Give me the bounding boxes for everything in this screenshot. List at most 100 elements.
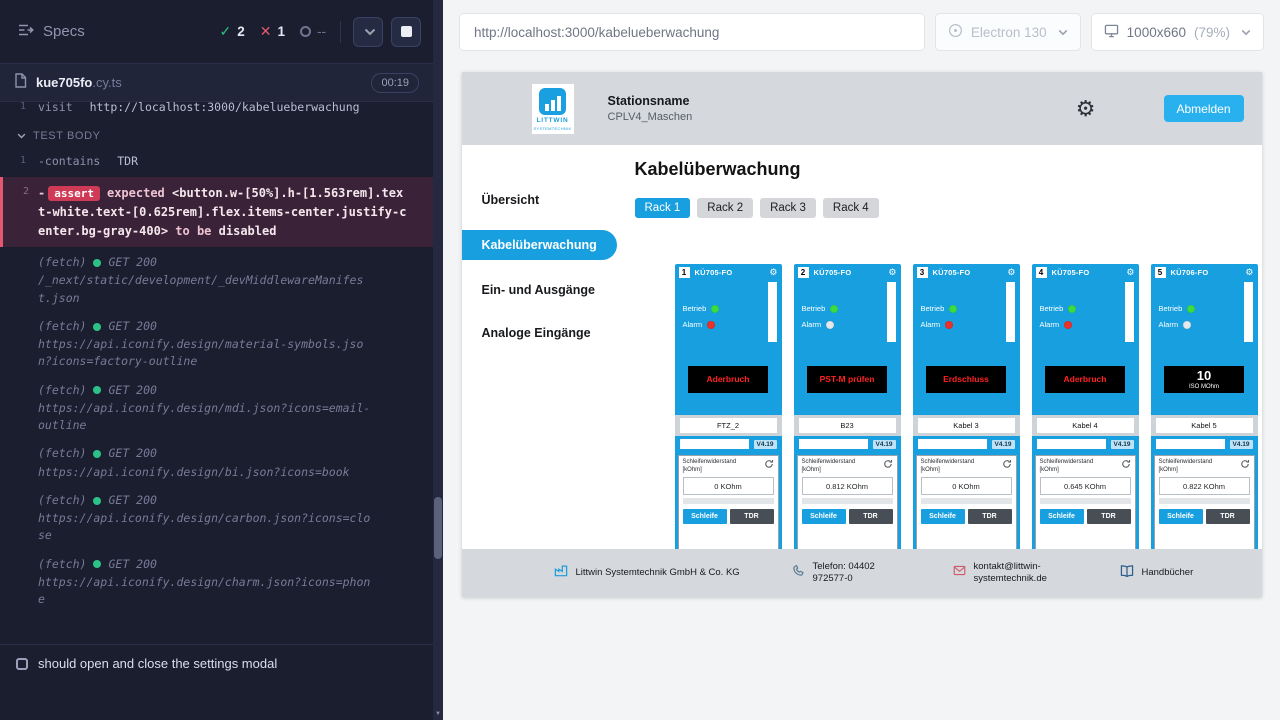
resistance-panel: Schleifenwiderstand [kOhm] 0 KOhm Schlei… — [916, 455, 1017, 561]
passed-count: 2 — [237, 24, 245, 39]
status-ok-dot — [93, 386, 101, 394]
test-body-section[interactable]: TEST BODY — [0, 120, 433, 147]
fetch-log-entry[interactable]: (fetch)GET 200 https://api.iconify.desig… — [0, 488, 433, 549]
command-log: 1 visit http://localhost:3000/kabelueber… — [0, 102, 433, 644]
device-model: KÜ706-FO — [1171, 268, 1209, 277]
fetch-tag: (fetch) — [38, 556, 86, 573]
fetch-log-entry[interactable]: (fetch)GET 200 https://api.iconify.desig… — [0, 378, 433, 439]
nav-item-analoge-eingaenge[interactable]: Analoge Eingänge — [462, 320, 617, 346]
cable-name: Kabel 3 — [918, 418, 1015, 433]
cable-band: B23 — [794, 415, 901, 436]
next-test-row[interactable]: should open and close the settings modal — [0, 644, 433, 682]
gear-icon[interactable]: ⚙ — [888, 268, 896, 277]
scrollbar-down-arrow[interactable]: ▼ — [433, 711, 443, 717]
gear-icon[interactable]: ⚙ — [1126, 268, 1134, 277]
nav-item-uebersicht[interactable]: Übersicht — [462, 187, 617, 213]
viewport-selector[interactable]: 1000x660 (79%) — [1091, 13, 1264, 51]
nav-item-kabelueberwachung[interactable]: Kabelüberwachung — [462, 230, 617, 260]
failed-assert-command[interactable]: 2 -assertexpected <button.w-[50%].h-[1.5… — [0, 177, 433, 247]
device-stripe — [1244, 282, 1253, 342]
footer-email[interactable]: kontakt@littwin-systemtechnik.de — [953, 561, 1074, 586]
fetch-url: https://api.iconify.design/charm.json?ic… — [38, 574, 377, 609]
device-stripe — [1125, 282, 1134, 342]
betrieb-label: Betrieb — [921, 304, 945, 313]
next-test-title: should open and close the settings modal — [38, 656, 277, 671]
test-stats: ✓2 ✕1 -- — [220, 23, 327, 40]
tdr-button[interactable]: TDR — [730, 509, 774, 524]
tdr-button[interactable]: TDR — [1087, 509, 1131, 524]
alarm-led — [1183, 321, 1191, 329]
chevron-down-icon — [1241, 29, 1251, 36]
schleife-button[interactable]: Schleife — [802, 509, 846, 524]
tdr-button[interactable]: TDR — [1206, 509, 1250, 524]
browser-label: Electron 130 — [971, 25, 1047, 40]
status-display: Aderbruch — [1045, 366, 1125, 393]
resistance-value: 0 KOhm — [921, 477, 1012, 495]
schleife-button[interactable]: Schleife — [1040, 509, 1084, 524]
device-model: KÜ705-FO — [933, 268, 971, 277]
command-number: 1 — [0, 153, 26, 170]
section-label: TEST BODY — [33, 130, 101, 142]
firmware-version: V4.19 — [1230, 440, 1253, 449]
firmware-version: V4.19 — [754, 440, 777, 449]
cable-name: Kabel 5 — [1156, 418, 1253, 433]
stop-button[interactable] — [391, 17, 421, 47]
fetch-log-entry[interactable]: (fetch)GET 200 /_next/static/development… — [0, 250, 433, 311]
command-visit[interactable]: 1 visit http://localhost:3000/kabelueber… — [0, 102, 433, 120]
schleife-button[interactable]: Schleife — [921, 509, 965, 524]
alarm-led — [707, 321, 715, 329]
logout-button[interactable]: Abmelden — [1164, 95, 1244, 122]
fetch-tag: (fetch) — [38, 445, 86, 462]
gear-icon[interactable]: ⚙ — [1245, 268, 1253, 277]
footer-manuals-link[interactable]: Handbücher — [1120, 565, 1194, 581]
device-cards-row: 1KÜ705-FO⚙ Betrieb Alarm Aderbruch FTZ_2… — [675, 264, 1262, 564]
nav-item-ein-und-ausgaenge[interactable]: Ein- und Ausgänge — [462, 277, 617, 303]
tdr-button[interactable]: TDR — [968, 509, 1012, 524]
device-number: 2 — [798, 267, 809, 278]
resistance-strip — [1040, 498, 1131, 504]
spec-ext: .cy.ts — [92, 75, 121, 90]
pending-count: -- — [317, 24, 326, 39]
tab-rack-1[interactable]: Rack 1 — [635, 198, 691, 218]
fetch-log-entry[interactable]: (fetch)GET 200 https://api.iconify.desig… — [0, 314, 433, 375]
reporter-scrollbar: ▼ — [433, 0, 443, 720]
refresh-icon[interactable] — [764, 459, 774, 469]
command-contains[interactable]: 1 -contains TDR — [0, 149, 433, 174]
settings-gear-icon[interactable]: ⚙ — [1076, 98, 1096, 120]
monitor-icon — [1104, 24, 1119, 41]
gear-icon[interactable]: ⚙ — [1007, 268, 1015, 277]
browser-selector[interactable]: Electron 130 — [935, 13, 1081, 51]
tab-rack-2[interactable]: Rack 2 — [697, 198, 753, 218]
schleife-button[interactable]: Schleife — [683, 509, 727, 524]
value-box — [680, 439, 749, 449]
status-ok-dot — [93, 450, 101, 458]
resistance-label: Schleifenwiderstand [kOhm] — [1159, 459, 1226, 474]
collapse-reporter-button[interactable] — [353, 17, 383, 47]
scrollbar-thumb[interactable] — [434, 497, 442, 559]
book-icon — [1120, 565, 1134, 581]
tab-rack-3[interactable]: Rack 3 — [760, 198, 816, 218]
fetch-log-entry[interactable]: (fetch) GET 200 https://api.iconify.desig… — [0, 552, 433, 613]
assert-expected: expected — [107, 186, 165, 200]
spec-header[interactable]: kue705fo.cy.ts 00:19 — [0, 64, 433, 102]
check-icon: ✓ — [220, 23, 232, 40]
url-input[interactable] — [459, 13, 925, 51]
schleife-button[interactable]: Schleife — [1159, 509, 1203, 524]
resistance-label: Schleifenwiderstand [kOhm] — [683, 459, 750, 474]
refresh-icon[interactable] — [1240, 459, 1250, 469]
tdr-button[interactable]: TDR — [849, 509, 893, 524]
resistance-strip — [921, 498, 1012, 504]
fetch-tag: (fetch) — [38, 254, 86, 271]
fetch-log-entry[interactable]: (fetch)GET 200 https://api.iconify.desig… — [0, 441, 433, 485]
gear-icon[interactable]: ⚙ — [769, 268, 777, 277]
specs-toggle[interactable]: Specs — [18, 23, 85, 41]
alarm-label: Alarm — [1159, 320, 1179, 329]
refresh-icon[interactable] — [883, 459, 893, 469]
main-content: Kabelüberwachung Rack 1 Rack 2 Rack 3 Ra… — [617, 145, 1262, 597]
cable-band: FTZ_2 — [675, 415, 782, 436]
tab-rack-4[interactable]: Rack 4 — [823, 198, 879, 218]
refresh-icon[interactable] — [1002, 459, 1012, 469]
fetch-status: GET 200 — [108, 556, 156, 573]
refresh-icon[interactable] — [1121, 459, 1131, 469]
device-stripe — [887, 282, 896, 342]
